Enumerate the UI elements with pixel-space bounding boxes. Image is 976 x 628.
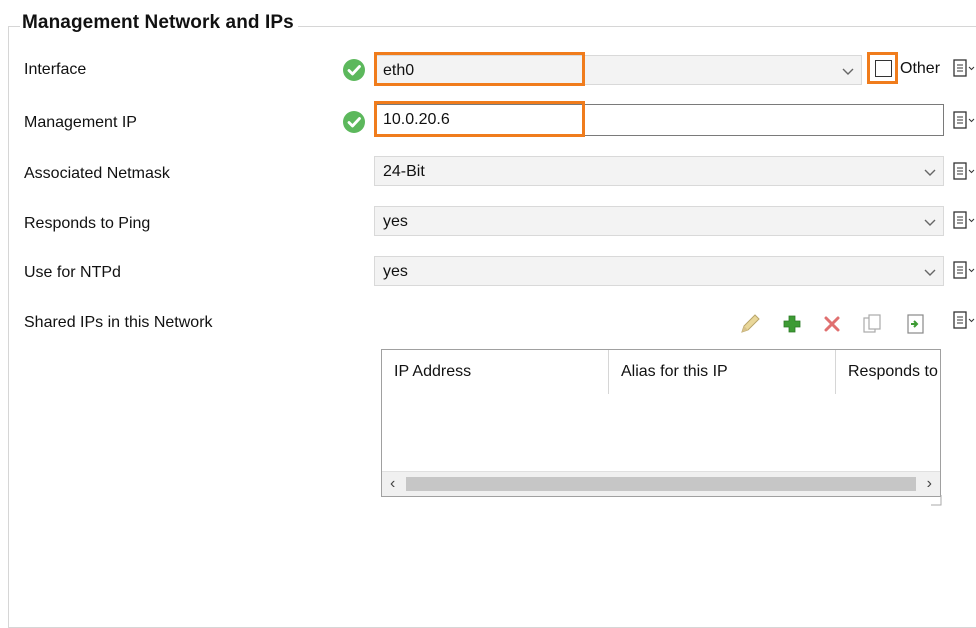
- management-ip-label: Management IP: [24, 114, 137, 131]
- dropdown-arrow-icon[interactable]: [923, 265, 937, 279]
- delete-icon[interactable]: [820, 312, 844, 336]
- section-title: Management Network and IPs: [20, 12, 298, 34]
- add-icon[interactable]: [780, 312, 804, 336]
- ping-select-value: yes: [383, 213, 408, 230]
- clipboard-icon[interactable]: [952, 110, 976, 130]
- column-header-responds[interactable]: Responds to: [836, 350, 940, 394]
- clipboard-icon[interactable]: [952, 260, 976, 280]
- dropdown-arrow-icon[interactable]: [923, 215, 937, 229]
- netmask-select-value: 24-Bit: [383, 163, 425, 180]
- management-ip-highlight: [374, 101, 585, 137]
- horizontal-scrollbar[interactable]: ‹ ›: [382, 471, 940, 496]
- shared-ips-table[interactable]: IP Address Alias for this IP Responds to…: [381, 349, 941, 497]
- interface-valid-check-icon: [343, 59, 365, 81]
- ping-label: Responds to Ping: [24, 215, 151, 232]
- ntpd-select-value: yes: [383, 263, 408, 280]
- scroll-left-icon[interactable]: ‹: [390, 475, 395, 493]
- scroll-right-icon[interactable]: ›: [927, 475, 932, 493]
- dropdown-arrow-icon[interactable]: [923, 165, 937, 179]
- clipboard-icon[interactable]: [952, 210, 976, 230]
- paste-icon[interactable]: [904, 312, 928, 336]
- ping-select[interactable]: yes: [374, 206, 944, 236]
- clipboard-icon[interactable]: [952, 58, 976, 78]
- management-ip-valid-check-icon: [343, 111, 365, 133]
- ntpd-label: Use for NTPd: [24, 264, 121, 281]
- other-checkbox[interactable]: [875, 60, 892, 77]
- ntpd-select[interactable]: yes: [374, 256, 944, 286]
- other-label: Other: [900, 60, 941, 77]
- edit-pencil-icon[interactable]: [738, 312, 762, 336]
- clipboard-icon[interactable]: [952, 161, 976, 181]
- column-header-alias[interactable]: Alias for this IP: [609, 350, 836, 394]
- netmask-select[interactable]: 24-Bit: [374, 156, 944, 186]
- scrollbar-thumb[interactable]: [406, 477, 916, 491]
- netmask-label: Associated Netmask: [24, 165, 170, 182]
- copy-icon[interactable]: [860, 312, 884, 336]
- interface-highlight: [374, 52, 585, 86]
- dropdown-arrow-icon[interactable]: [841, 64, 855, 78]
- shared-ips-label: Shared IPs in this Network: [24, 314, 213, 331]
- column-header-ip-address[interactable]: IP Address: [382, 350, 609, 394]
- resize-grip-icon[interactable]: [930, 494, 942, 506]
- clipboard-icon[interactable]: [952, 310, 976, 330]
- interface-label: Interface: [24, 61, 87, 78]
